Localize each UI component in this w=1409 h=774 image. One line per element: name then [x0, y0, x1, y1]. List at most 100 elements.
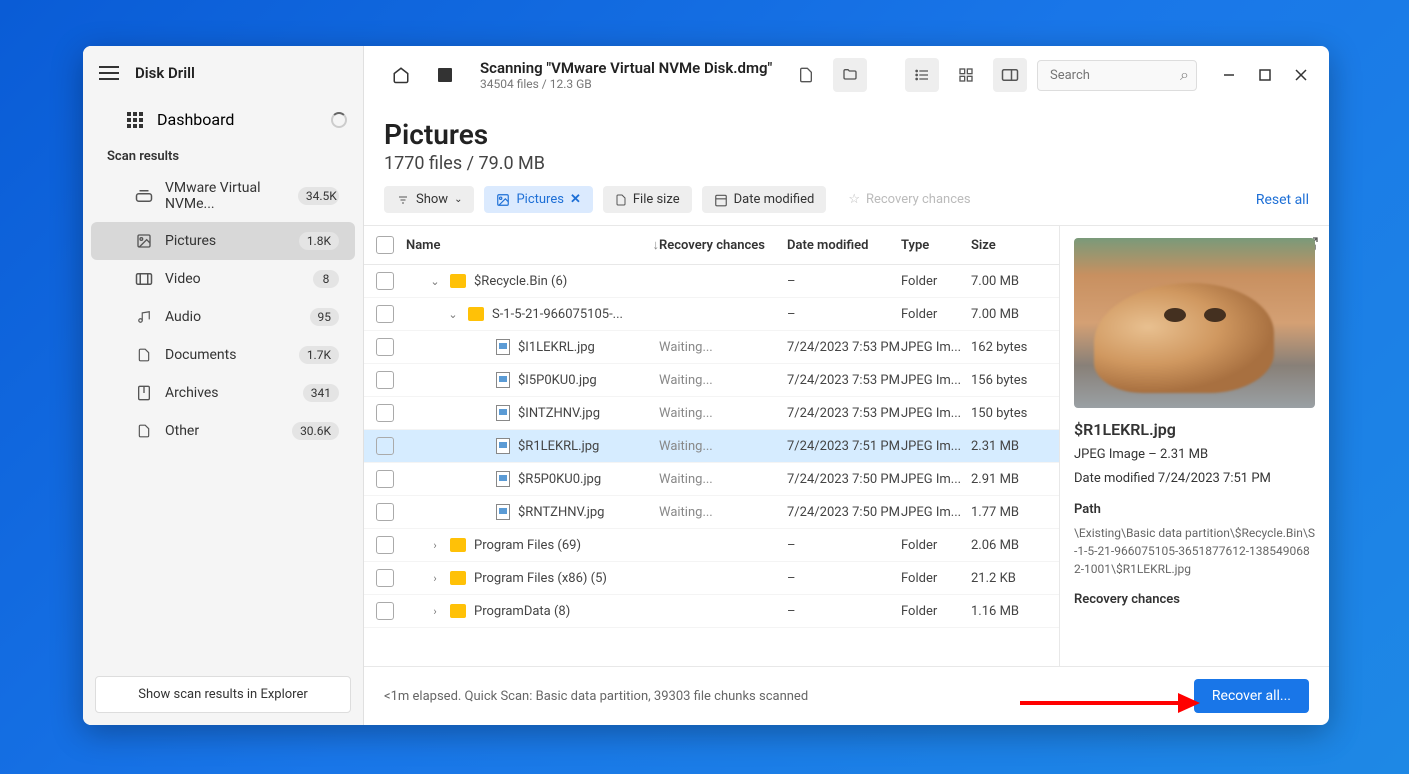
sidebar-item-badge: 95	[310, 308, 340, 326]
grid-view-icon[interactable]	[949, 58, 983, 92]
table-row[interactable]: ⌄S-1-5-21-966075105-... – Folder 7.00 MB	[364, 298, 1059, 331]
cell-recovery: Waiting...	[659, 439, 787, 454]
sidebar-item-other[interactable]: Other30.6K	[91, 412, 355, 450]
cell-recovery: Waiting...	[659, 472, 787, 487]
page-title: Pictures	[384, 118, 1309, 151]
table-row[interactable]: $I5P0KU0.jpg Waiting... 7/24/2023 7:53 P…	[364, 364, 1059, 397]
cell-size: 21.2 KB	[971, 571, 1047, 586]
chevron-icon[interactable]: ⌄	[428, 275, 442, 288]
col-name[interactable]: Name↓	[406, 237, 659, 253]
maximize-icon[interactable]	[1257, 67, 1273, 83]
table-row[interactable]: $R5P0KU0.jpg Waiting... 7/24/2023 7:50 P…	[364, 463, 1059, 496]
show-in-explorer-button[interactable]: Show scan results in Explorer	[95, 676, 351, 713]
sidebar-item-badge: 30.6K	[292, 422, 339, 440]
row-checkbox[interactable]	[376, 404, 394, 422]
table-row[interactable]: $INTZHNV.jpg Waiting... 7/24/2023 7:53 P…	[364, 397, 1059, 430]
split-view-icon[interactable]	[993, 58, 1027, 92]
sidebar-item-label: Video	[165, 271, 201, 287]
row-checkbox[interactable]	[376, 536, 394, 554]
home-icon[interactable]	[384, 58, 418, 92]
col-size[interactable]: Size	[971, 238, 1047, 253]
chevron-icon[interactable]: ›	[428, 605, 442, 618]
col-recovery[interactable]: Recovery chances	[659, 238, 787, 253]
sidebar-item-archives[interactable]: Archives341	[91, 374, 355, 412]
file-icon	[496, 372, 510, 388]
cell-recovery: Waiting...	[659, 505, 787, 520]
search-input[interactable]	[1037, 60, 1197, 91]
minimize-icon[interactable]	[1221, 67, 1237, 83]
scan-title-block: Scanning "VMware Virtual NVMe Disk.dmg" …	[480, 59, 772, 91]
recover-all-button[interactable]: Recover all...	[1194, 679, 1309, 713]
cell-type: Folder	[901, 538, 971, 553]
topbar: Scanning "VMware Virtual NVMe Disk.dmg" …	[364, 46, 1329, 104]
file-icon	[496, 438, 510, 454]
row-checkbox[interactable]	[376, 338, 394, 356]
sidebar-item-video[interactable]: Video8	[91, 260, 355, 298]
file-name: $I5P0KU0.jpg	[518, 373, 597, 388]
cell-type: Folder	[901, 307, 971, 322]
cell-date: 7/24/2023 7:50 PM	[787, 472, 901, 487]
image-icon	[496, 193, 510, 207]
preview-panel: $R1LEKRL.jpg JPEG Image – 2.31 MB Date m…	[1059, 226, 1329, 666]
row-checkbox[interactable]	[376, 470, 394, 488]
table-row[interactable]: ›Program Files (x86) (5) – Folder 21.2 K…	[364, 562, 1059, 595]
cell-recovery: Waiting...	[659, 373, 787, 388]
cell-type: JPEG Im...	[901, 472, 971, 487]
recovery-chances-filter[interactable]: ☆ Recovery chances	[836, 186, 982, 213]
sidebar-item-documents[interactable]: Documents1.7K	[91, 336, 355, 374]
cell-type: Folder	[901, 604, 971, 619]
col-type[interactable]: Type	[901, 238, 971, 253]
preview-image	[1074, 238, 1315, 408]
select-all-checkbox[interactable]	[376, 236, 394, 254]
row-checkbox[interactable]	[376, 503, 394, 521]
table-row[interactable]: ⌄$Recycle.Bin (6) – Folder 7.00 MB	[364, 265, 1059, 298]
sidebar-item-pictures[interactable]: Pictures1.8K	[91, 222, 355, 260]
cell-recovery: Waiting...	[659, 340, 787, 355]
show-filter[interactable]: Show ⌄	[384, 186, 474, 213]
sidebar-item-label: Archives	[165, 385, 219, 401]
chevron-icon[interactable]: ⌄	[446, 308, 460, 321]
file-icon[interactable]	[789, 58, 823, 92]
file-size-filter[interactable]: File size	[603, 186, 692, 213]
table-row[interactable]: ›ProgramData (8) – Folder 1.16 MB	[364, 595, 1059, 628]
folder-icon[interactable]	[833, 58, 867, 92]
spinner-icon	[331, 112, 347, 128]
date-modified-filter[interactable]: Date modified	[702, 186, 827, 213]
menu-icon[interactable]	[99, 66, 119, 80]
sidebar-item-vmware-virtual-nvme-[interactable]: VMware Virtual NVMe...34.5K	[91, 170, 355, 222]
chevron-icon[interactable]: ›	[428, 572, 442, 585]
other-icon	[135, 422, 153, 440]
table-row[interactable]: $R1LEKRL.jpg Waiting... 7/24/2023 7:51 P…	[364, 430, 1059, 463]
row-checkbox[interactable]	[376, 437, 394, 455]
table-row[interactable]: $RNTZHNV.jpg Waiting... 7/24/2023 7:50 P…	[364, 496, 1059, 529]
col-date[interactable]: Date modified	[787, 238, 901, 253]
image-icon	[135, 232, 153, 250]
row-checkbox[interactable]	[376, 602, 394, 620]
close-chip-icon[interactable]: ✕	[570, 192, 581, 207]
sidebar-item-label: Pictures	[165, 233, 216, 249]
pictures-filter[interactable]: Pictures ✕	[484, 186, 592, 213]
cell-type: JPEG Im...	[901, 373, 971, 388]
row-checkbox[interactable]	[376, 272, 394, 290]
stop-icon[interactable]	[428, 58, 462, 92]
table-row[interactable]: $I1LEKRL.jpg Waiting... 7/24/2023 7:53 P…	[364, 331, 1059, 364]
preview-recovery-label: Recovery chances	[1074, 590, 1315, 610]
cell-size: 1.16 MB	[971, 604, 1047, 619]
chevron-icon[interactable]: ›	[428, 539, 442, 552]
file-name: $R5P0KU0.jpg	[518, 472, 601, 487]
dashboard-nav[interactable]: Dashboard	[83, 100, 363, 139]
row-checkbox[interactable]	[376, 371, 394, 389]
cell-type: JPEG Im...	[901, 406, 971, 421]
file-name: $I1LEKRL.jpg	[518, 340, 595, 355]
reset-all-link[interactable]: Reset all	[1256, 192, 1309, 208]
preview-modified: Date modified 7/24/2023 7:51 PM	[1074, 469, 1315, 489]
close-icon[interactable]	[1293, 67, 1309, 83]
sidebar-item-audio[interactable]: Audio95	[91, 298, 355, 336]
row-checkbox[interactable]	[376, 305, 394, 323]
list-view-icon[interactable]	[905, 58, 939, 92]
filter-icon	[396, 194, 410, 206]
row-checkbox[interactable]	[376, 569, 394, 587]
search-box: ⌕	[1037, 60, 1197, 91]
sidebar-header: Disk Drill	[83, 46, 363, 100]
table-row[interactable]: ›Program Files (69) – Folder 2.06 MB	[364, 529, 1059, 562]
